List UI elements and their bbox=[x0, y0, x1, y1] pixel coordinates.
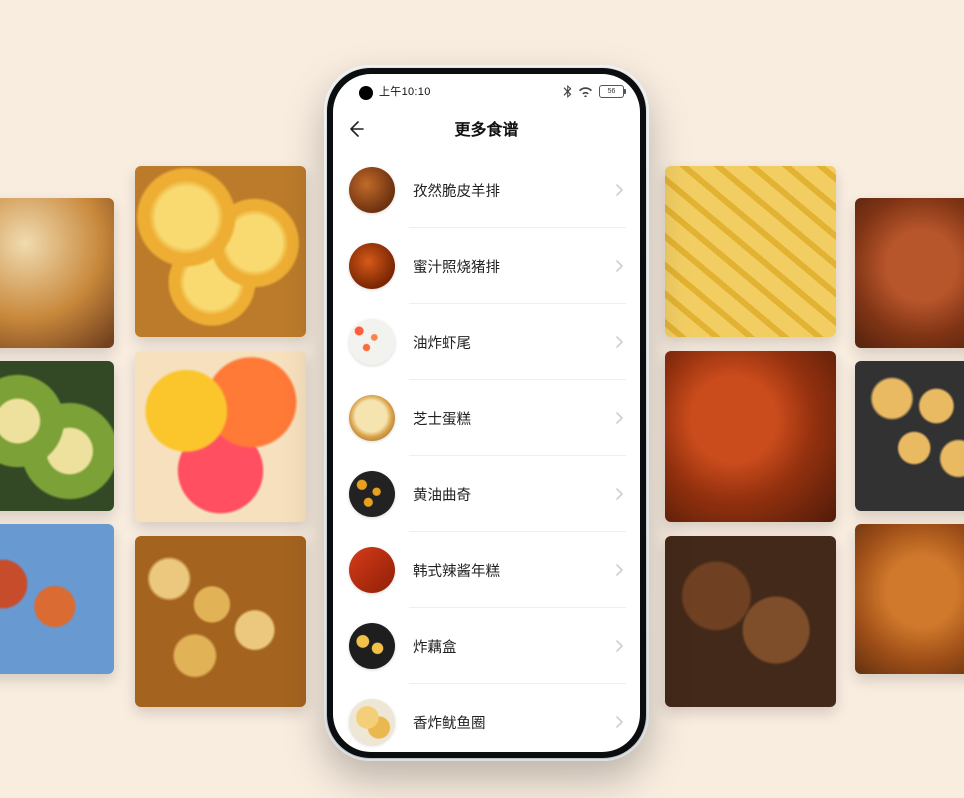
recipe-thumb bbox=[349, 623, 395, 669]
recipe-list[interactable]: 孜然脆皮羊排 蜜汁照烧猪排 油炸虾尾 芝士蛋糕 bbox=[333, 152, 640, 752]
food-tile bbox=[855, 198, 964, 348]
phone-screen: 上午10:10 56 更多食谱 孜然脆皮羊排 bbox=[333, 74, 640, 752]
chevron-right-icon bbox=[612, 336, 626, 348]
chevron-right-icon bbox=[612, 488, 626, 500]
wifi-icon bbox=[578, 86, 593, 97]
status-time: 上午10:10 bbox=[379, 83, 431, 99]
phone-frame: 上午10:10 56 更多食谱 孜然脆皮羊排 bbox=[324, 65, 649, 761]
food-tile bbox=[135, 536, 306, 707]
camera-punchhole bbox=[359, 86, 373, 100]
recipe-row[interactable]: 炸藕盒 bbox=[333, 608, 640, 684]
battery-level: 56 bbox=[608, 88, 616, 95]
recipe-thumb bbox=[349, 699, 395, 745]
recipe-label: 孜然脆皮羊排 bbox=[413, 180, 612, 201]
recipe-label: 蜜汁照烧猪排 bbox=[413, 256, 612, 277]
food-tile bbox=[855, 361, 964, 511]
recipe-thumb bbox=[349, 167, 395, 213]
food-tile bbox=[665, 351, 836, 522]
recipe-thumb bbox=[349, 471, 395, 517]
recipe-row[interactable]: 香炸鱿鱼圈 bbox=[333, 684, 640, 752]
chevron-right-icon bbox=[612, 716, 626, 728]
food-tile bbox=[0, 361, 114, 511]
product-hero: 上午10:10 56 更多食谱 孜然脆皮羊排 bbox=[0, 0, 964, 798]
recipe-label: 香炸鱿鱼圈 bbox=[413, 712, 612, 733]
recipe-label: 油炸虾尾 bbox=[413, 332, 612, 353]
recipe-thumb bbox=[349, 243, 395, 289]
chevron-right-icon bbox=[612, 564, 626, 576]
page-title: 更多食谱 bbox=[454, 116, 518, 140]
recipe-row[interactable]: 蜜汁照烧猪排 bbox=[333, 228, 640, 304]
recipe-row[interactable]: 油炸虾尾 bbox=[333, 304, 640, 380]
recipe-row[interactable]: 孜然脆皮羊排 bbox=[333, 152, 640, 228]
food-tile bbox=[855, 524, 964, 674]
food-tile bbox=[135, 166, 306, 337]
food-tile bbox=[0, 198, 114, 348]
recipe-label: 炸藕盒 bbox=[413, 636, 612, 657]
food-tile bbox=[0, 524, 114, 674]
recipe-thumb bbox=[349, 547, 395, 593]
recipe-thumb bbox=[349, 395, 395, 441]
chevron-right-icon bbox=[612, 640, 626, 652]
chevron-right-icon bbox=[612, 184, 626, 196]
chevron-right-icon bbox=[612, 412, 626, 424]
recipe-row[interactable]: 芝士蛋糕 bbox=[333, 380, 640, 456]
app-bar: 更多食谱 bbox=[333, 108, 640, 148]
recipe-label: 韩式辣酱年糕 bbox=[413, 560, 612, 581]
recipe-label: 黄油曲奇 bbox=[413, 484, 612, 505]
food-tile bbox=[665, 536, 836, 707]
food-tile bbox=[135, 351, 306, 522]
recipe-thumb bbox=[349, 319, 395, 365]
bluetooth-icon bbox=[563, 85, 572, 98]
recipe-label: 芝士蛋糕 bbox=[413, 408, 612, 429]
recipe-row[interactable]: 黄油曲奇 bbox=[333, 456, 640, 532]
back-button[interactable] bbox=[343, 116, 369, 142]
battery-icon: 56 bbox=[599, 85, 624, 98]
chevron-right-icon bbox=[612, 260, 626, 272]
food-tile bbox=[665, 166, 836, 337]
status-bar: 上午10:10 56 bbox=[333, 74, 640, 108]
arrow-left-icon bbox=[346, 119, 366, 139]
recipe-row[interactable]: 韩式辣酱年糕 bbox=[333, 532, 640, 608]
